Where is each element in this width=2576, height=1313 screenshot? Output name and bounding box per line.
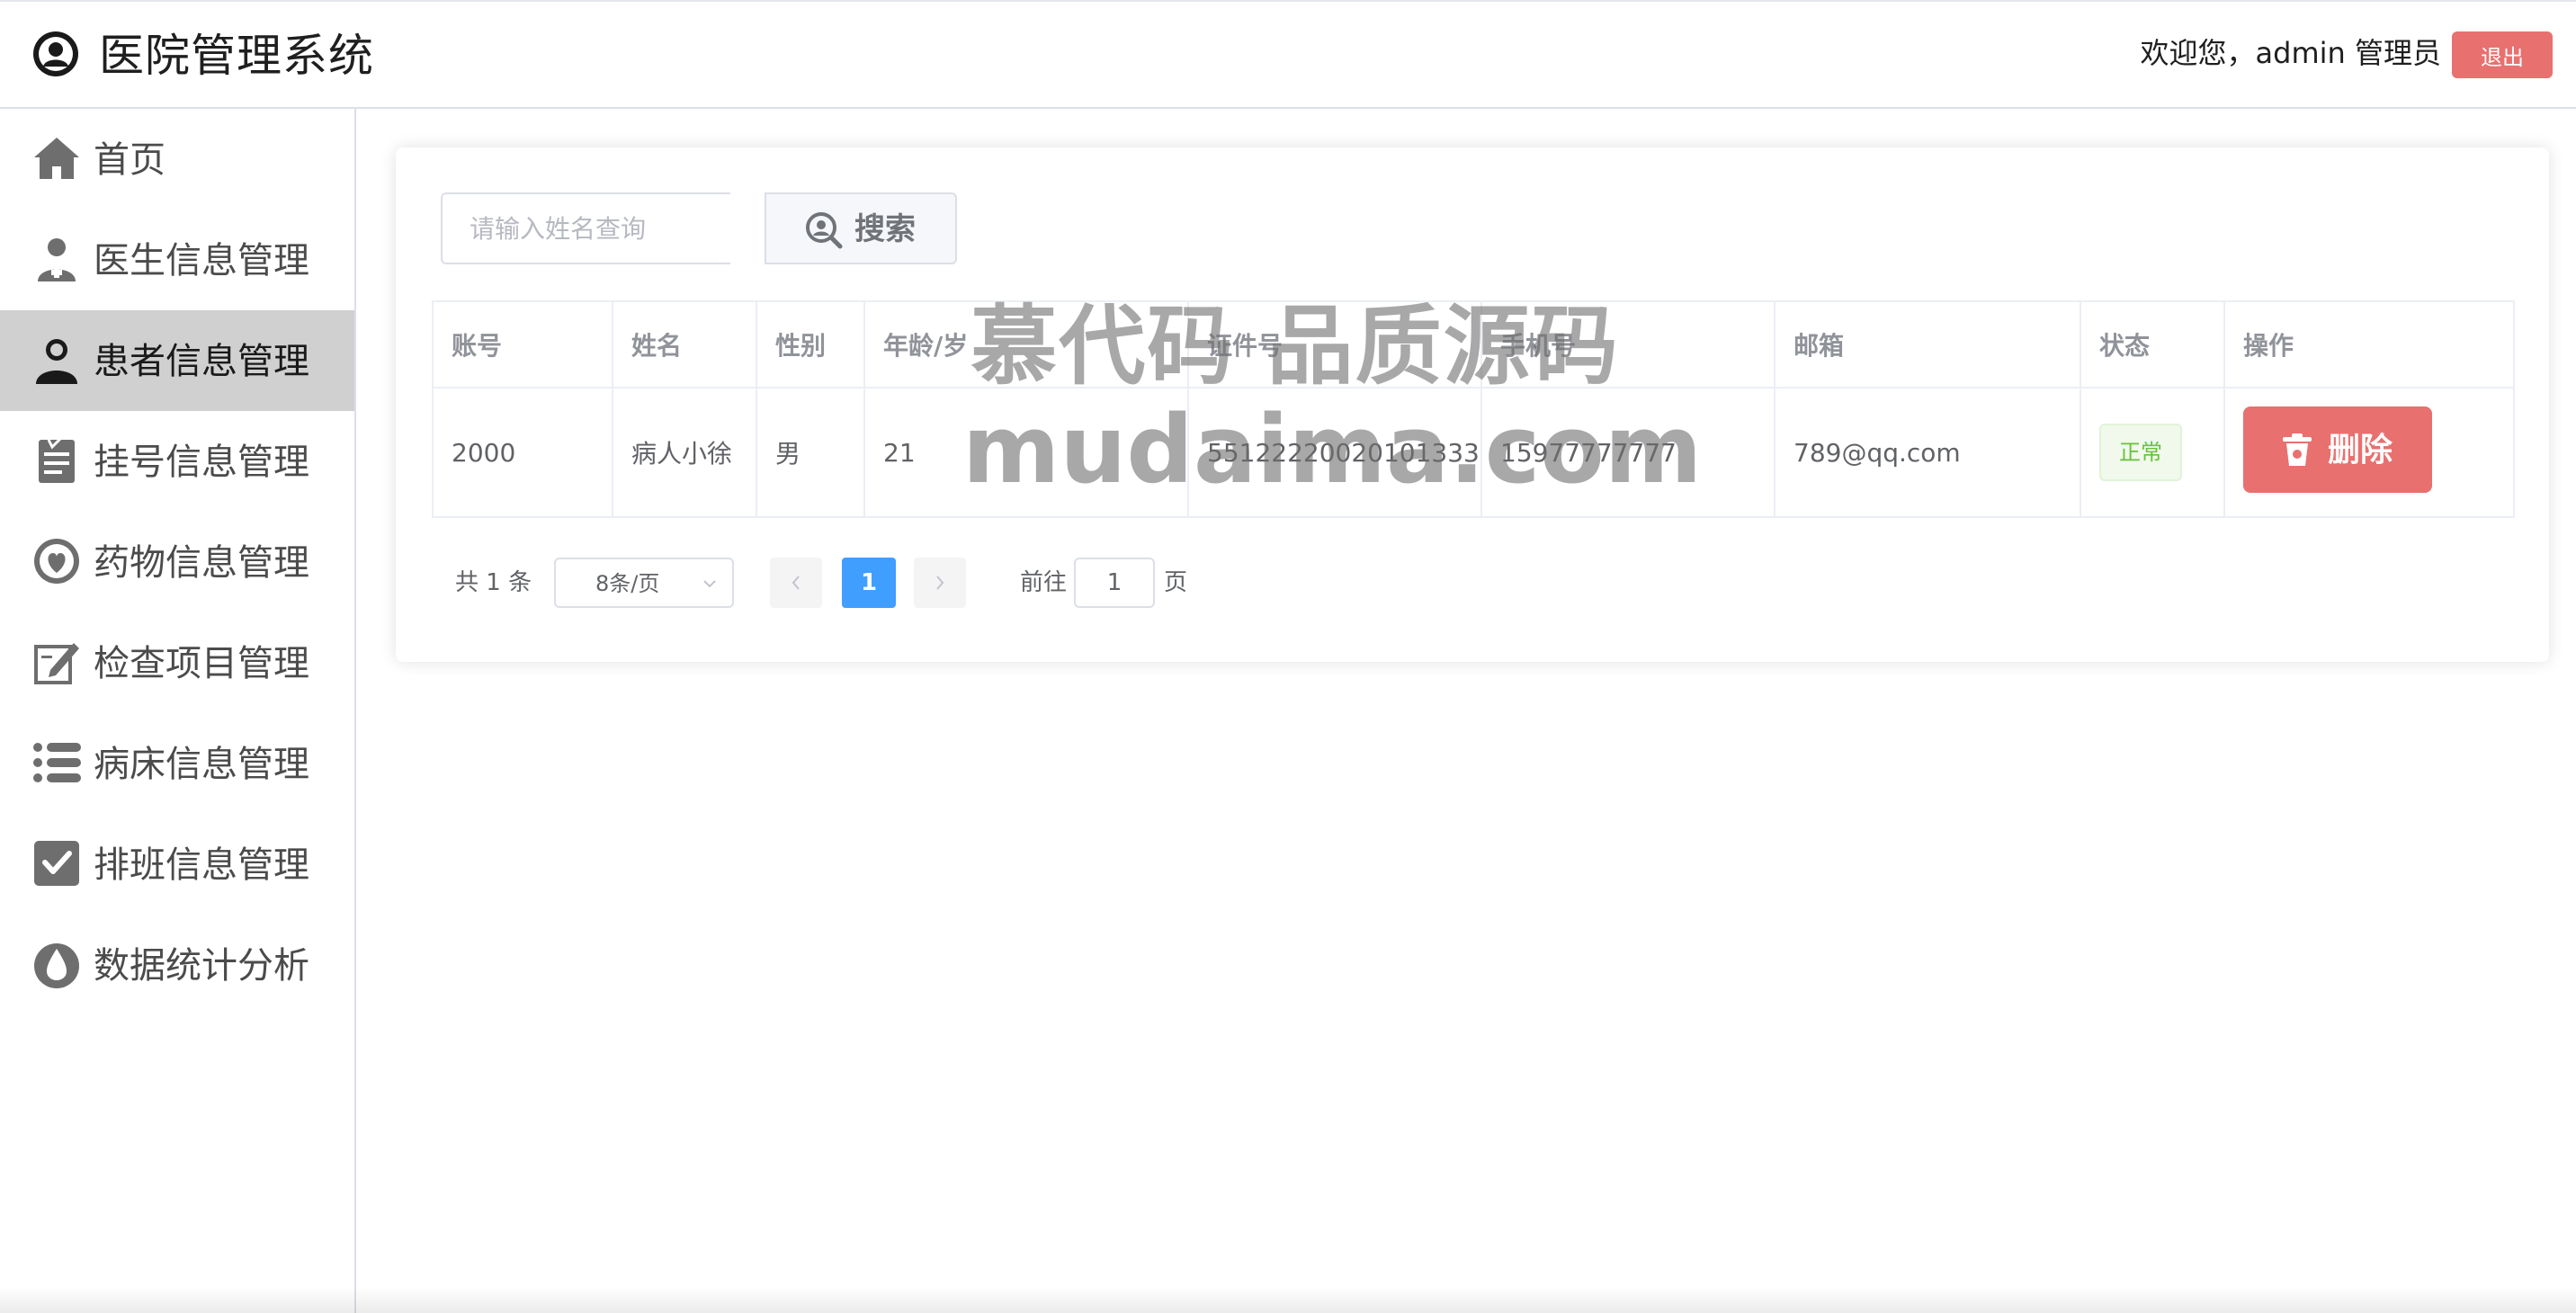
search-input[interactable]	[441, 192, 730, 264]
cell-age: 21	[863, 387, 1189, 518]
sidebar-item-patients[interactable]: 患者信息管理	[0, 310, 354, 411]
chevron-left-icon	[792, 576, 800, 590]
sidebar-item-label: 患者信息管理	[94, 341, 309, 382]
bottom-shadow	[0, 1286, 2576, 1313]
goto-suffix: 页	[1164, 569, 1188, 596]
cell-gender: 男	[756, 387, 865, 518]
chevron-down-icon	[703, 580, 716, 588]
cell-status: 正常	[2080, 387, 2225, 518]
sidebar-item-label: 首页	[94, 139, 165, 181]
home-icon	[34, 138, 79, 179]
goto-label: 前往	[1020, 569, 1068, 596]
patient-table: 账号 姓名 性别 年龄/岁 证件号 手机号 邮箱 状态 操作 2000 病人小徐…	[432, 300, 2515, 518]
table-row: 2000 病人小徐 男 21 551222200201013333 159777…	[432, 387, 2515, 518]
cell-phone: 15977777777	[1480, 387, 1775, 518]
user-avatar-logo-icon	[33, 31, 78, 76]
delete-button[interactable]: 删除	[2243, 406, 2432, 493]
sidebar-item-label: 排班信息管理	[94, 844, 309, 886]
column-header-action: 操作	[2223, 300, 2515, 389]
app-title: 医院管理系统	[99, 30, 374, 82]
sidebar-item-label: 数据统计分析	[94, 945, 309, 987]
clipboard-icon	[39, 436, 75, 483]
medicine-icon	[34, 539, 79, 584]
column-header-age: 年龄/岁	[863, 300, 1189, 389]
search-icon	[806, 212, 843, 249]
sidebar-item-label: 药物信息管理	[94, 542, 309, 584]
sidebar-item-doctors[interactable]: 医生信息管理	[0, 210, 354, 310]
prev-page-button[interactable]	[770, 558, 822, 608]
checkbox-icon	[34, 841, 79, 886]
sidebar-item-label: 医生信息管理	[94, 240, 309, 281]
next-page-button[interactable]	[914, 558, 966, 608]
search-button[interactable]: 搜索	[765, 192, 957, 264]
sidebar-item-registration[interactable]: 挂号信息管理	[0, 411, 354, 512]
cell-name: 病人小徐	[612, 387, 757, 518]
edit-icon	[34, 643, 79, 684]
column-header-account: 账号	[432, 300, 613, 389]
column-header-name: 姓名	[612, 300, 757, 389]
sidebar-item-label: 检查项目管理	[94, 643, 309, 684]
sidebar-item-statistics[interactable]: 数据统计分析	[0, 915, 354, 1015]
sidebar-item-label: 挂号信息管理	[94, 442, 309, 483]
sidebar-item-medicine[interactable]: 药物信息管理	[0, 512, 354, 612]
cell-id-number: 551222200201013333	[1187, 387, 1482, 518]
search-button-label: 搜索	[854, 212, 916, 246]
trash-icon	[2283, 433, 2312, 466]
sidebar: 首页 医生信息管理 患者信息管理 挂号信息管理 药物信息管理 检查项目管理 病床…	[0, 109, 356, 1313]
list-icon	[33, 743, 81, 782]
chevron-right-icon	[936, 576, 944, 590]
goto-page-input[interactable]	[1074, 558, 1155, 608]
table-header-row: 账号 姓名 性别 年龄/岁 证件号 手机号 邮箱 状态 操作	[432, 300, 2515, 389]
column-header-phone: 手机号	[1480, 300, 1775, 389]
column-header-gender: 性别	[756, 300, 865, 389]
column-header-email: 邮箱	[1774, 300, 2081, 389]
page-number-button[interactable]: 1	[842, 558, 896, 608]
column-header-status: 状态	[2080, 300, 2225, 389]
patient-list-card: 搜索 账号 姓名 性别 年龄/岁 证件号 手机号 邮箱 状态 操作 2000 病…	[396, 147, 2549, 662]
delete-button-label: 删除	[2328, 430, 2393, 468]
sidebar-item-examinations[interactable]: 检查项目管理	[0, 612, 354, 713]
top-header: 医院管理系统 欢迎您，admin 管理员 退出	[0, 0, 2576, 109]
cell-account: 2000	[432, 387, 613, 518]
doctor-icon	[38, 238, 76, 281]
sidebar-item-home[interactable]: 首页	[0, 109, 354, 210]
page-size-select[interactable]: 8条/页	[554, 558, 734, 608]
page-size-value: 8条/页	[595, 571, 660, 596]
sidebar-item-beds[interactable]: 病床信息管理	[0, 713, 354, 814]
logout-button[interactable]: 退出	[2452, 31, 2553, 78]
patient-icon	[36, 339, 77, 384]
pagination: 共 1 条 8条/页 1 前往 页	[396, 558, 2549, 608]
sidebar-item-label: 病床信息管理	[94, 744, 309, 785]
sidebar-item-schedule[interactable]: 排班信息管理	[0, 814, 354, 915]
pagination-total: 共 1 条	[455, 569, 532, 596]
cell-action: 删除	[2223, 387, 2515, 518]
column-header-id-number: 证件号	[1187, 300, 1482, 389]
welcome-text: 欢迎您，admin 管理员	[2140, 36, 2441, 70]
status-badge: 正常	[2099, 424, 2182, 481]
drop-icon	[34, 943, 79, 988]
cell-email: 789@qq.com	[1774, 387, 2081, 518]
